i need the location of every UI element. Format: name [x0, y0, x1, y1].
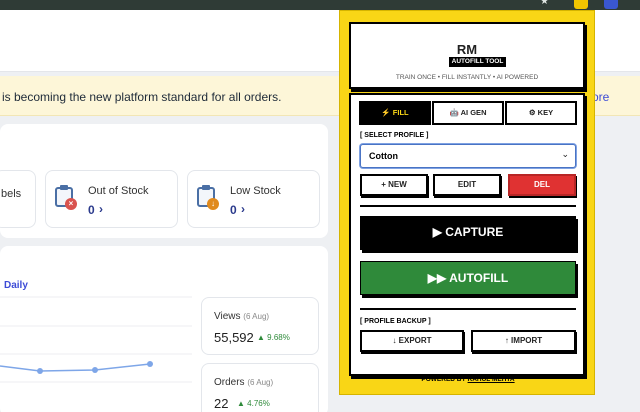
- main-panel: ⚡ FILL 🤖 AI GEN ⚙ KEY [ SELECT PROFILE ]…: [349, 93, 585, 376]
- selected-profile: Cotton: [369, 151, 398, 161]
- select-profile-label: [ SELECT PROFILE ]: [360, 132, 429, 139]
- puzzle-icon[interactable]: [604, 0, 618, 9]
- tab-daily[interactable]: Daily: [4, 280, 28, 291]
- clipboard-icon: ×: [55, 185, 77, 210]
- autofill-popup: RM AUTOFILL TOOL TRAIN ONCE • FILL INSTA…: [339, 10, 595, 395]
- trend-line: [0, 363, 151, 372]
- labels-card[interactable]: bels: [0, 170, 36, 228]
- orders-stat-card: Orders (6 Aug) 22 ▲ 4.76%: [201, 363, 319, 412]
- tab-key[interactable]: ⚙ KEY: [505, 101, 577, 125]
- chevron-down-icon: ⌄: [561, 149, 569, 159]
- orders-value: 22: [214, 396, 229, 411]
- low-stock-value: 0: [230, 203, 237, 217]
- tab-ai-gen[interactable]: 🤖 AI GEN: [432, 101, 504, 125]
- author-link[interactable]: RAHUL MEHTA: [468, 376, 515, 383]
- divider: [360, 205, 576, 207]
- brand-header: RM AUTOFILL TOOL TRAIN ONCE • FILL INSTA…: [349, 22, 585, 89]
- profile-select[interactable]: Cotton ⌄: [360, 144, 576, 168]
- views-stat-card: Views (6 Aug) 55,592 ▲ 9.68%: [201, 297, 319, 355]
- brand-subtitle: TRAIN ONCE • FILL INSTANTLY • AI POWERED: [395, 74, 539, 81]
- out-of-stock-title: Out of Stock: [88, 185, 149, 197]
- edit-profile-button[interactable]: EDIT: [433, 174, 501, 196]
- out-of-stock-value: 0: [88, 203, 95, 217]
- new-profile-button[interactable]: + NEW: [360, 174, 428, 196]
- divider: [360, 308, 576, 310]
- delete-profile-button[interactable]: DEL: [508, 174, 576, 196]
- trend-point[interactable]: [92, 367, 98, 373]
- out-of-stock-card[interactable]: × Out of Stock 0 ›: [45, 170, 178, 228]
- star-icon[interactable]: ★: [540, 0, 549, 7]
- import-button[interactable]: ↑ IMPORT: [471, 330, 576, 352]
- capture-button[interactable]: ▶ CAPTURE: [360, 216, 576, 250]
- labels-title: bels: [1, 188, 22, 200]
- views-value: 55,592: [214, 330, 254, 345]
- brand-tag: AUTOFILL TOOL: [449, 57, 506, 67]
- profile-backup-label: [ PROFILE BACKUP ]: [360, 318, 431, 325]
- trend-chart: [0, 296, 192, 383]
- views-label: Views (6 Aug): [214, 311, 270, 322]
- remove-icon: ×: [65, 198, 77, 210]
- tab-fill[interactable]: ⚡ FILL: [359, 101, 431, 125]
- export-button[interactable]: ↓ EXPORT: [360, 330, 464, 352]
- views-delta: ▲ 9.68%: [257, 333, 290, 342]
- clipboard-icon: ↓: [197, 185, 219, 210]
- browser-toolbar: ★: [0, 0, 640, 10]
- brand-title: RM: [456, 42, 478, 57]
- down-arrow-icon: ↓: [207, 198, 219, 210]
- chevron-right-icon[interactable]: ›: [241, 202, 245, 216]
- autofill-button[interactable]: ▶▶ AUTOFILL: [360, 261, 576, 295]
- banner-text: is becoming the new platform standard fo…: [2, 90, 282, 104]
- orders-label: Orders (6 Aug): [214, 377, 274, 388]
- inventory-card: bels × Out of Stock 0 › ↓ Low Stock 0 ›: [0, 124, 328, 238]
- orders-delta: ▲ 4.76%: [237, 399, 270, 408]
- low-stock-card[interactable]: ↓ Low Stock 0 ›: [187, 170, 320, 228]
- low-stock-title: Low Stock: [230, 185, 281, 197]
- powered-by: POWERED BY RAHUL MEHTA: [421, 376, 515, 383]
- autofill-extension-icon[interactable]: [574, 0, 588, 9]
- chevron-right-icon[interactable]: ›: [99, 202, 103, 216]
- trend-point[interactable]: [37, 368, 43, 374]
- trend-point[interactable]: [147, 361, 153, 367]
